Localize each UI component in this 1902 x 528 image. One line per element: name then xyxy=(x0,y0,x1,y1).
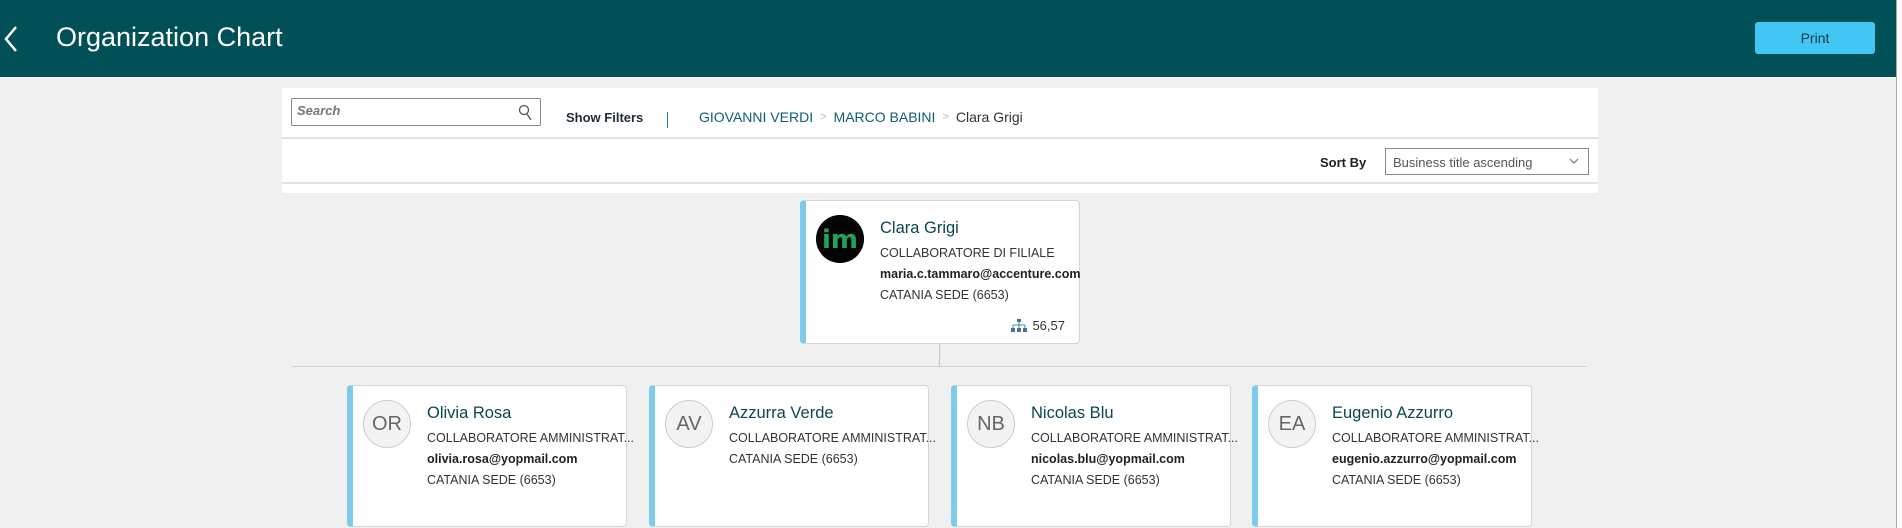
chevron-down-icon xyxy=(1569,158,1579,164)
breadcrumb-separator-icon: > xyxy=(942,111,949,123)
employee-location: CATANIA SEDE (6653) xyxy=(1031,473,1160,487)
org-chart-icon xyxy=(1011,318,1028,332)
breadcrumb: GIOVANNI VERDI > MARCO BABINI > Clara Gr… xyxy=(699,109,1023,125)
svg-text:im: im xyxy=(822,225,858,255)
sort-label: Sort By xyxy=(1320,155,1367,170)
search-field[interactable] xyxy=(291,98,541,126)
avatar: im xyxy=(816,215,864,263)
toolbar-panel: Show Filters GIOVANNI VERDI > MARCO BABI… xyxy=(282,88,1598,193)
employee-title: COLLABORATORE AMMINISTRAT... xyxy=(1031,431,1238,445)
breadcrumb-item[interactable]: MARCO BABINI xyxy=(834,109,936,125)
page-title: Organization Chart xyxy=(56,22,283,52)
root-employee-card[interactable]: im Clara Grigi COLLABORATORE DI FILIALE … xyxy=(800,200,1080,344)
employee-title: COLLABORATORE AMMINISTRAT... xyxy=(1332,431,1539,445)
employee-location: CATANIA SEDE (6653) xyxy=(729,452,858,466)
avatar: AV xyxy=(665,400,713,448)
connector-line xyxy=(292,366,1587,367)
employee-location: CATANIA SEDE (6653) xyxy=(427,473,556,487)
sort-value: Business title ascending xyxy=(1393,155,1533,170)
divider xyxy=(282,137,1598,139)
sort-select[interactable]: Business title ascending xyxy=(1385,148,1589,175)
employee-location: CATANIA SEDE (6653) xyxy=(880,288,1009,302)
employee-title: COLLABORATORE AMMINISTRAT... xyxy=(427,431,634,445)
app-header: Organization Chart Print xyxy=(0,0,1896,77)
employee-card[interactable]: AV Azzurra Verde COLLABORATORE AMMINISTR… xyxy=(649,385,936,527)
search-icon[interactable] xyxy=(518,104,534,122)
show-filters-button[interactable]: Show Filters xyxy=(566,110,643,125)
chevron-left-icon xyxy=(4,26,17,52)
employee-title: COLLABORATORE DI FILIALE xyxy=(880,246,1055,260)
employee-card[interactable]: NB Nicolas Blu COLLABORATORE AMMINISTRAT… xyxy=(951,385,1238,527)
search-input[interactable] xyxy=(297,103,510,118)
print-button[interactable]: Print xyxy=(1755,22,1875,54)
divider xyxy=(667,112,668,128)
employee-email[interactable]: nicolas.blu@yopmail.com xyxy=(1031,449,1238,470)
employee-name: Olivia Rosa xyxy=(427,404,512,422)
breadcrumb-current: Clara Grigi xyxy=(955,109,1023,125)
employee-card[interactable]: OR Olivia Rosa COLLABORATORE AMMINISTRAT… xyxy=(347,385,634,527)
avatar-logo: im xyxy=(816,215,864,263)
avatar: EA xyxy=(1268,400,1316,448)
employee-name: Clara Grigi xyxy=(880,219,959,237)
scrollbar[interactable] xyxy=(1896,0,1902,528)
divider xyxy=(282,182,1598,184)
employee-title: COLLABORATORE AMMINISTRAT... xyxy=(729,431,936,445)
employee-email[interactable]: eugenio.azzurro@yopmail.com xyxy=(1332,449,1539,470)
employee-name: Eugenio Azzurro xyxy=(1332,404,1454,422)
employee-email[interactable]: maria.c.tammaro@accenture.com xyxy=(880,264,1080,285)
avatar: OR xyxy=(363,400,411,448)
employee-card[interactable]: EA Eugenio Azzurro COLLABORATORE AMMINIS… xyxy=(1252,385,1539,527)
breadcrumb-separator-icon: > xyxy=(820,111,827,123)
reports-count[interactable]: 56,57 xyxy=(1011,318,1065,333)
employee-name: Azzurra Verde xyxy=(729,404,834,422)
employee-location: CATANIA SEDE (6653) xyxy=(1332,473,1461,487)
connector-line xyxy=(939,344,940,366)
employee-email[interactable]: olivia.rosa@yopmail.com xyxy=(427,449,634,470)
employee-name: Nicolas Blu xyxy=(1031,404,1114,422)
back-button[interactable] xyxy=(2,24,24,54)
avatar: NB xyxy=(967,400,1015,448)
breadcrumb-item[interactable]: GIOVANNI VERDI xyxy=(699,109,813,125)
